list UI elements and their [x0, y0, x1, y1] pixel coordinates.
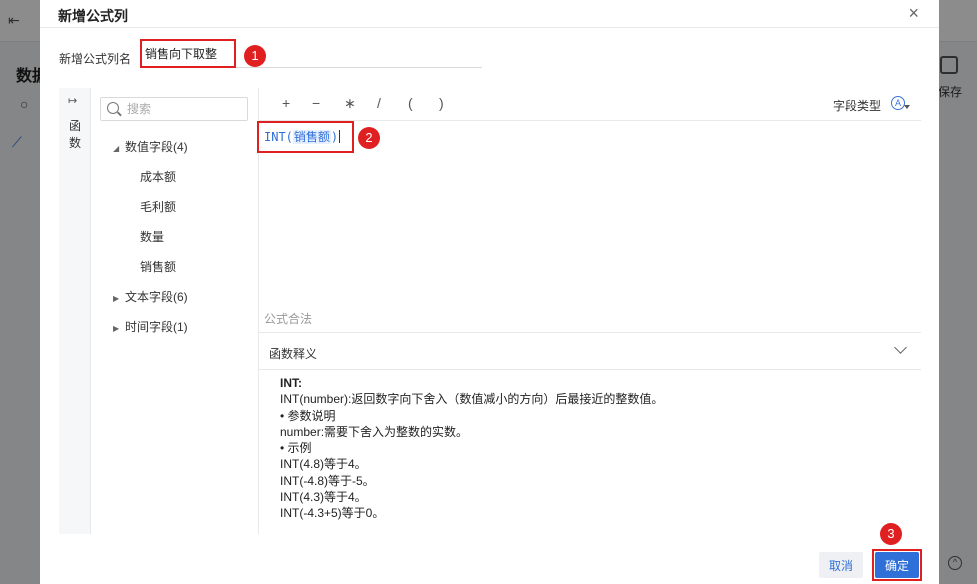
caret-down-icon: ◢: [113, 144, 120, 153]
description-line: number:需要下舍入为整数的实数。: [280, 424, 469, 439]
description-line: INT(-4.8)等于-5。: [280, 473, 375, 488]
formula-status: 公式合法: [264, 312, 313, 326]
field-item[interactable]: 成本额: [140, 168, 176, 185]
description-line: • 参数说明: [280, 408, 336, 423]
caret-right-icon: ▶: [113, 294, 120, 303]
cancel-button[interactable]: 取消: [819, 552, 863, 578]
operator-plus-button[interactable]: +: [282, 95, 290, 111]
field-type-icon[interactable]: A: [891, 96, 905, 110]
function-rail[interactable]: ↦ 函数: [59, 88, 91, 534]
description-line: INT(4.3)等于4。: [280, 490, 367, 505]
function-description-body: INT: INT(number):返回数字向下舍入（数值减小的方向）后最接近的整…: [280, 375, 663, 522]
operator-divide-button[interactable]: /: [377, 95, 381, 111]
tree-group-numeric[interactable]: ◢ 数值字段(4): [113, 138, 188, 155]
description-line: INT(4.8)等于4。: [280, 457, 367, 472]
dropdown-caret-icon[interactable]: [904, 105, 910, 109]
field-search-input[interactable]: [127, 100, 242, 118]
operator-close-paren-button[interactable]: ): [439, 95, 444, 111]
description-line: INT:: [280, 376, 302, 390]
tree-group-label: 数值字段(4): [125, 140, 188, 154]
operator-multiply-button[interactable]: ∗: [344, 95, 356, 112]
highlight-box-3: [872, 549, 922, 581]
expand-panel-icon[interactable]: ↦: [68, 94, 77, 107]
highlight-box-1: [140, 39, 236, 68]
operator-toolbar: + − ∗ / ( ) 字段类型 A: [259, 88, 921, 121]
dialog-header: 新增公式列 ×: [40, 0, 939, 28]
field-item[interactable]: 销售额: [140, 258, 176, 275]
tree-group-label: 时间字段(1): [125, 320, 188, 334]
annotation-badge-2: 2: [358, 127, 380, 149]
operator-open-paren-button[interactable]: (: [408, 95, 413, 111]
field-item[interactable]: 毛利额: [140, 198, 176, 215]
function-description-header[interactable]: 函数释义: [259, 332, 921, 370]
function-rail-label[interactable]: 函数: [67, 118, 83, 152]
function-description-title: 函数释义: [269, 347, 318, 361]
tree-group-label: 文本字段(6): [125, 290, 188, 304]
field-panel: ◢ 数值字段(4) 成本额 毛利额 数量 销售额 ▶ 文本字段(6) ▶ 时间字段(1…: [91, 88, 259, 534]
formula-editor-panel: + − ∗ / ( ) 字段类型 A INT(销售额) 公式合法 函数释义 IN…: [259, 88, 921, 534]
close-icon[interactable]: ×: [908, 3, 919, 24]
annotation-badge-1: 1: [244, 45, 266, 67]
add-formula-column-dialog: 新增公式列 × 新增公式列名 1 ↦ 函数 ◢ 数值字段(4) 成本额 毛利额 数…: [40, 0, 939, 584]
description-line: INT(-4.3+5)等于0。: [280, 506, 385, 521]
description-line: • 示例: [280, 441, 312, 456]
operator-minus-button[interactable]: −: [312, 95, 320, 111]
dialog-title: 新增公式列: [58, 8, 128, 24]
field-type-label[interactable]: 字段类型: [833, 97, 881, 114]
formula-editor-body: ↦ 函数 ◢ 数值字段(4) 成本额 毛利额 数量 销售额 ▶ 文本字段(6) ▶ 时…: [59, 88, 921, 534]
field-search-box[interactable]: [100, 97, 248, 121]
description-line: INT(number):返回数字向下舍入（数值减小的方向）后最接近的整数值。: [280, 392, 664, 407]
tree-group-text[interactable]: ▶ 文本字段(6): [113, 288, 188, 305]
search-icon: [107, 102, 119, 114]
annotation-badge-3: 3: [880, 523, 902, 545]
chevron-down-icon[interactable]: [894, 341, 907, 354]
tree-group-time[interactable]: ▶ 时间字段(1): [113, 318, 188, 335]
field-item[interactable]: 数量: [140, 228, 164, 245]
caret-right-icon: ▶: [113, 324, 120, 333]
highlight-box-2: [257, 121, 354, 153]
column-name-label: 新增公式列名: [59, 52, 132, 66]
